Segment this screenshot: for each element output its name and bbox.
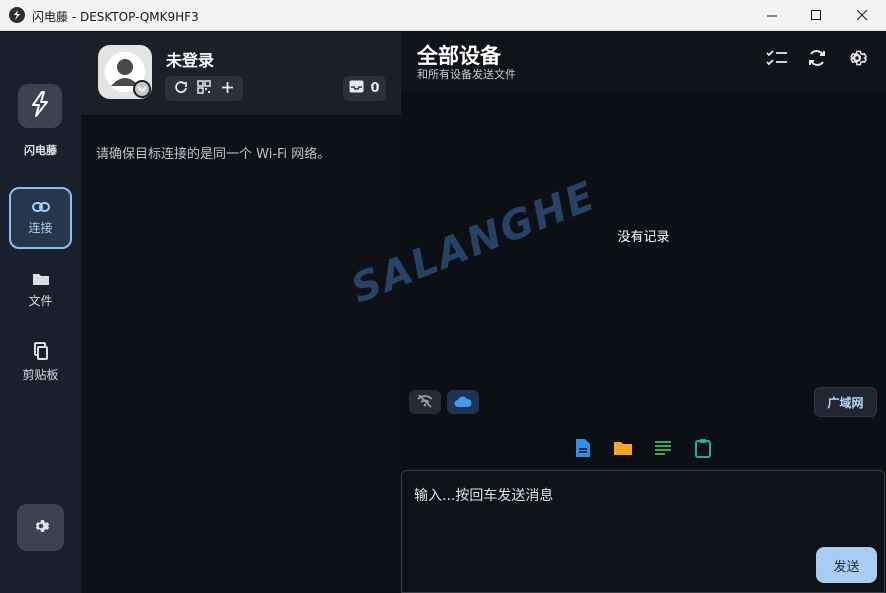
sidebar-item-label: 剪贴板: [22, 367, 59, 382]
username[interactable]: 未登录: [166, 47, 214, 71]
window-title: 闪电藤 - DESKTOP-QMK9HF3: [32, 10, 199, 24]
app-name: 闪电藤: [24, 144, 57, 157]
message-input[interactable]: [414, 485, 854, 507]
devices-settings-button[interactable]: [845, 48, 869, 72]
app-logo: [18, 84, 62, 128]
settings-button[interactable]: [17, 504, 64, 551]
send-folder-button[interactable]: [612, 439, 634, 461]
sidebar-rail: 闪电藤 连接 文件 剪贴板: [0, 32, 81, 593]
window-titlebar: 闪电藤 - DESKTOP-QMK9HF3: [0, 0, 886, 31]
folder-icon: [613, 440, 633, 460]
profile-actions: [165, 76, 243, 101]
send-button[interactable]: 发送: [816, 547, 877, 583]
link-icon: [31, 201, 50, 216]
wifi-hint-text: 请确保目标连接的是同一个 Wi-Fi 网络。: [96, 147, 331, 162]
wan-button[interactable]: 广域网: [814, 387, 877, 417]
sync-icon: [807, 48, 827, 72]
refresh-icon[interactable]: [174, 79, 188, 98]
send-text-button[interactable]: [652, 439, 674, 461]
lan-toggle[interactable]: [409, 390, 441, 414]
inbox-count: 0: [370, 81, 380, 96]
clipboard-copy-icon: [33, 341, 49, 363]
close-button[interactable]: [839, 0, 885, 31]
inbox-button[interactable]: 0: [343, 76, 386, 101]
cloud-icon: [454, 393, 472, 412]
select-mode-button[interactable]: [765, 48, 789, 72]
sync-button[interactable]: [805, 48, 829, 72]
message-composer: 发送: [401, 470, 885, 593]
sidebar-item-clipboard[interactable]: 剪贴板: [9, 331, 72, 393]
profile-header: 未登录 0: [81, 32, 401, 115]
send-clipboard-button[interactable]: [692, 439, 714, 461]
sidebar-item-connect[interactable]: 连接: [9, 187, 72, 249]
gear-icon: [32, 517, 50, 539]
qr-code-icon[interactable]: [197, 79, 212, 98]
folder-icon: [32, 272, 50, 289]
maximize-button[interactable]: [793, 0, 839, 31]
file-icon: [575, 438, 591, 462]
devices-panel: 全部设备 和所有设备发送文件 没有记录 广域网 输入...按回车发送消息 发送: [401, 32, 886, 593]
maximize-icon: [810, 6, 822, 25]
cloud-toggle[interactable]: [447, 390, 479, 414]
send-file-button[interactable]: [572, 439, 594, 461]
minimize-icon: [766, 6, 778, 25]
checklist-icon: [766, 49, 788, 71]
page-subtitle: 和所有设备发送文件: [417, 68, 516, 81]
clipboard-icon: [694, 438, 712, 462]
inbox-icon: [349, 80, 364, 97]
sidebar-item-label: 文件: [28, 293, 53, 308]
sidebar-item-label: 连接: [28, 220, 53, 235]
gear-icon: [847, 48, 868, 72]
app-logo-icon: [9, 7, 25, 23]
chevron-down-icon: [133, 80, 151, 98]
wifi-off-icon: [417, 393, 433, 412]
text-icon: [654, 440, 672, 460]
devices-header: 全部设备 和所有设备发送文件: [401, 32, 886, 90]
plus-icon[interactable]: [221, 79, 234, 98]
connection-panel: 未登录 0 请确保目标连接的是同一个 Wi-Fi 网络。: [81, 32, 401, 593]
sidebar-item-files[interactable]: 文件: [9, 259, 72, 321]
lightning-icon: [26, 90, 54, 122]
minimize-button[interactable]: [749, 0, 795, 31]
close-icon: [856, 6, 868, 25]
